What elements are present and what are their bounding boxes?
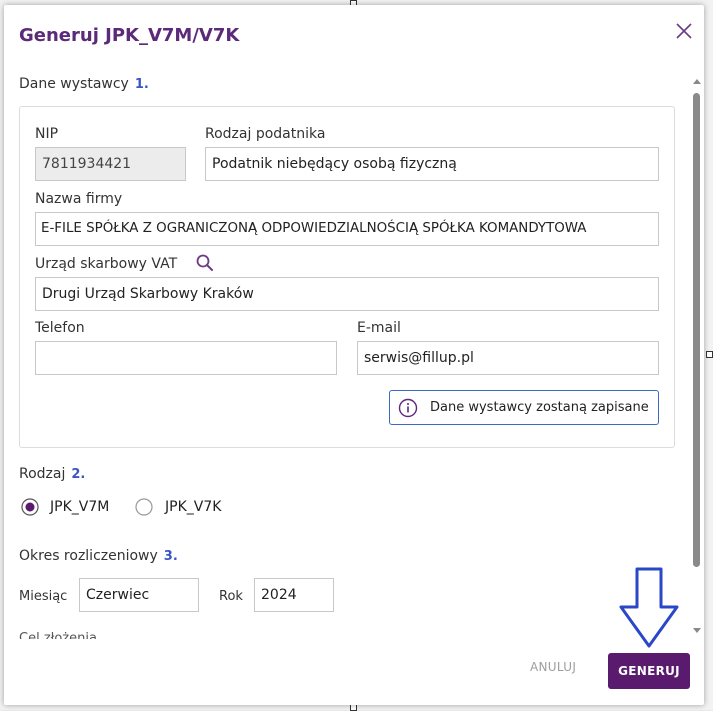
- section-issuer-number: 1.: [134, 77, 149, 92]
- radio-jpk-v7m-label: JPK_V7M: [50, 499, 110, 515]
- company-name-label: Nazwa firmy: [35, 191, 123, 207]
- section-period-number: 3.: [163, 549, 178, 564]
- year-field[interactable]: 2024: [254, 578, 334, 612]
- close-icon[interactable]: [672, 19, 696, 43]
- section-period-label: Okres rozliczeniowy: [19, 548, 158, 564]
- email-label: E-mail: [357, 320, 401, 336]
- tax-office-field[interactable]: Drugi Urząd Skarbowy Kraków: [35, 277, 659, 311]
- month-label: Miesiąc: [19, 589, 68, 604]
- generate-jpk-dialog: Generuj JPK_V7M/V7K Dane wystawcy 1. NIP …: [4, 5, 704, 705]
- issuer-saved-info-text: Dane wystawcy zostaną zapisane: [430, 400, 649, 415]
- scrollbar-thumb[interactable]: [693, 93, 700, 567]
- generate-button[interactable]: GENERUJ: [608, 653, 690, 689]
- month-select[interactable]: Czerwiec: [79, 578, 199, 612]
- scroll-up-icon[interactable]: [692, 77, 702, 87]
- search-icon[interactable]: [195, 253, 215, 273]
- scroll-down-icon[interactable]: [692, 625, 702, 635]
- company-name-field[interactable]: E-FILE SPÓŁKA Z OGRANICZONĄ ODPOWIEDZIAL…: [35, 212, 659, 246]
- year-label: Rok: [219, 589, 243, 604]
- down-arrow-annotation-icon: [619, 567, 679, 648]
- phone-label: Telefon: [35, 320, 85, 336]
- section-type-number: 2.: [71, 467, 86, 482]
- radio-jpk-v7k[interactable]: [135, 498, 153, 516]
- dialog-title: Generuj JPK_V7M/V7K: [19, 25, 240, 46]
- email-field[interactable]: serwis@fillup.pl: [357, 341, 659, 375]
- next-section-partial-title: Cel złożenia: [19, 631, 97, 639]
- radio-jpk-v7m[interactable]: [21, 498, 39, 516]
- section-issuer-title: Dane wystawcy 1.: [19, 76, 149, 92]
- taxpayer-type-field[interactable]: Podatnik niebędący osobą fizyczną: [205, 147, 659, 181]
- cancel-button[interactable]: ANULUJ: [530, 660, 576, 674]
- resize-handle-right[interactable]: [706, 351, 713, 358]
- issuer-saved-info: Dane wystawcy zostaną zapisane: [389, 390, 659, 425]
- nip-label: NIP: [35, 126, 59, 142]
- taxpayer-type-label: Rodzaj podatnika: [205, 126, 326, 142]
- section-type-label: Rodzaj: [19, 466, 66, 482]
- radio-jpk-v7k-label: JPK_V7K: [165, 499, 222, 515]
- section-type-title: Rodzaj 2.: [19, 466, 85, 482]
- footer-area: [4, 639, 692, 705]
- section-issuer-label: Dane wystawcy: [19, 76, 129, 92]
- nip-field: 7811934421: [35, 147, 186, 181]
- section-period-title: Okres rozliczeniowy 3.: [19, 548, 178, 564]
- issuer-card: NIP 7811934421 Rodzaj podatnika Podatnik…: [19, 106, 675, 448]
- tax-office-label: Urząd skarbowy VAT: [35, 256, 178, 272]
- info-icon: [398, 398, 418, 418]
- phone-field[interactable]: [35, 341, 337, 375]
